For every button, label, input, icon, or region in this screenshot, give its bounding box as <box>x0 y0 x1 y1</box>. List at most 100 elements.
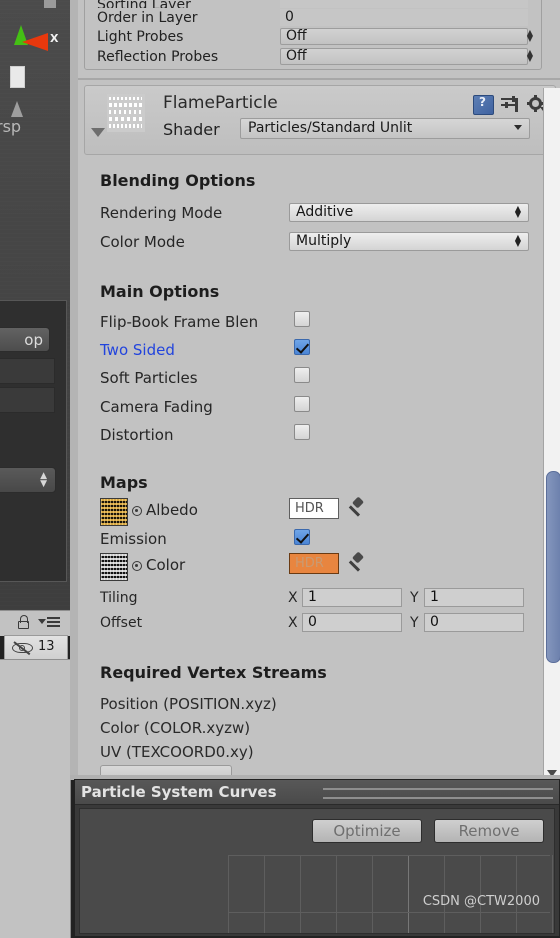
chevron-down-icon <box>514 125 522 130</box>
hidden-object-count: 13 <box>38 639 55 654</box>
curves-tabbar: Particle System Curves <box>75 780 559 805</box>
gizmo-x-cone <box>22 33 48 51</box>
property-row[interactable]: Light Probes Off ▲ ▼ <box>85 27 541 47</box>
rendering-mode-label: Rendering Mode <box>100 204 223 222</box>
albedo-texture-thumbnail[interactable] <box>100 498 128 526</box>
color-mode-dropdown[interactable]: Multiply ▲ ▼ <box>289 232 529 251</box>
property-row[interactable]: Reflection Probes Off ▲ ▼ <box>85 47 541 69</box>
menu-line-2 <box>47 621 60 623</box>
property-row[interactable]: Order in Layer 0 <box>85 8 541 27</box>
tab-particle-system-curves[interactable]: Particle System Curves <box>81 782 277 802</box>
curves-body[interactable]: Optimize Remove CSDN @CTW2000 <box>79 808 555 934</box>
albedo-color-swatch[interactable]: HDR <box>289 498 339 519</box>
help-book-icon[interactable] <box>473 95 494 115</box>
shader-dropdown-value: Particles/Standard Unlit <box>248 120 413 136</box>
offset-x-label: X <box>288 615 298 631</box>
watermark: CSDN @CTW2000 <box>422 894 540 909</box>
flip-book-frame-blending-label: Flip-Book Frame Blen <box>100 313 259 331</box>
section-separator <box>78 78 560 80</box>
tiling-y-field[interactable]: 1 <box>424 588 524 607</box>
eye-slash-icon <box>12 640 34 656</box>
foldout-arrow-icon[interactable] <box>91 128 105 137</box>
shader-dropdown[interactable]: Particles/Standard Unlit <box>240 118 530 139</box>
gizmo-axis-x[interactable]: X <box>10 25 58 117</box>
tiling-label: Tiling <box>100 590 138 606</box>
scene-visibility-tab[interactable]: 13 <box>4 635 68 660</box>
gizmo-x-label: X <box>50 32 59 45</box>
rendering-mode-dropdown[interactable]: Additive ▲ ▼ <box>289 203 529 222</box>
scene-field-2[interactable] <box>0 387 55 413</box>
row-dropdown[interactable]: Off <box>280 28 528 45</box>
offset-y-field[interactable]: 0 <box>424 613 524 632</box>
emission-label: Emission <box>100 530 167 548</box>
stepper-arrows-icon: ▲ ▼ <box>526 48 533 63</box>
offset-y-label: Y <box>410 615 419 631</box>
property-row[interactable]: Sorting Layer <box>85 0 541 8</box>
chevron-down-icon <box>38 619 46 624</box>
material-name: FlameParticle <box>163 93 278 113</box>
emission-color-texture-thumbnail[interactable] <box>100 553 128 581</box>
flip-book-frame-blending-checkbox[interactable] <box>294 311 310 327</box>
tabbar-rule <box>323 788 553 799</box>
stepper-arrows-icon: ▲ ▼ <box>526 28 533 43</box>
two-sided-checkbox[interactable] <box>294 339 310 355</box>
row-label: Order in Layer <box>97 10 198 26</box>
scene-view[interactable]: X rsp op ▲▼ <box>0 0 70 610</box>
vertex-stream-line: UV (TEXCOORD0.xy) <box>100 743 254 761</box>
camera-fading-label: Camera Fading <box>100 398 213 416</box>
scene-field-1[interactable] <box>0 358 55 384</box>
material-properties-body: Blending Options Rendering Mode Additive… <box>84 153 554 787</box>
emission-checkbox[interactable] <box>294 529 310 545</box>
row-value[interactable]: 0 <box>280 9 528 26</box>
soft-particles-label: Soft Particles <box>100 369 198 387</box>
preset-slider-icon[interactable] <box>501 96 518 112</box>
row-dropdown[interactable]: Off <box>280 48 528 65</box>
tiling-x-field[interactable]: 1 <box>302 588 402 607</box>
gear-icon[interactable] <box>527 95 546 112</box>
lock-icon[interactable] <box>18 615 29 629</box>
remove-button[interactable]: Remove <box>434 819 544 843</box>
material-header-icons <box>473 94 546 116</box>
left-bottom-pane <box>0 659 71 938</box>
optimize-button[interactable]: Optimize <box>312 819 422 843</box>
scene-projection-label: rsp <box>0 117 22 136</box>
albedo-hdr-label: HDR <box>295 501 324 516</box>
camera-fading-checkbox[interactable] <box>294 396 310 412</box>
emission-eyedropper-icon[interactable] <box>347 551 369 574</box>
offset-label: Offset <box>100 615 143 631</box>
row-label: Reflection Probes <box>97 49 219 65</box>
albedo-eyedropper-icon[interactable] <box>347 496 369 519</box>
albedo-label: Albedo <box>146 501 198 519</box>
tiling-x-label: X <box>288 590 298 606</box>
left-toolbar <box>0 610 70 636</box>
scene-popup-button[interactable]: op <box>0 327 50 352</box>
unity-editor-screenshot: X rsp op ▲▼ 13 <box>0 0 560 938</box>
stepper-arrows-icon: ▲ ▼ <box>40 471 47 489</box>
offset-x-field[interactable]: 0 <box>302 613 402 632</box>
row-value[interactable] <box>280 0 528 8</box>
gizmo-axis-z-arrow <box>11 101 23 117</box>
stepper-arrows-icon: ▲ ▼ <box>514 204 521 219</box>
gizmo-center-cube <box>10 66 25 88</box>
renderer-properties-box: Sorting Layer Order in Layer 0 Light Pro… <box>84 0 542 70</box>
vertex-stream-line: Position (POSITION.xyz) <box>100 695 277 713</box>
color-mode-label: Color Mode <box>100 233 185 251</box>
material-header[interactable]: FlameParticle Shader Particles/Standard … <box>84 85 556 155</box>
distortion-label: Distortion <box>100 426 174 444</box>
distortion-checkbox[interactable] <box>294 424 310 440</box>
emission-color-toggle-icon[interactable] <box>132 561 142 571</box>
lock-body <box>18 621 29 629</box>
vertex-streams-title: Required Vertex Streams <box>100 663 327 682</box>
emission-hdr-label: HDR <box>295 556 324 571</box>
soft-particles-checkbox[interactable] <box>294 367 310 383</box>
options-menu-icon[interactable] <box>38 617 60 628</box>
material-preview-thumbnail[interactable] <box>107 94 145 132</box>
emission-color-swatch[interactable]: HDR <box>289 553 339 574</box>
scrollbar-thumb[interactable] <box>546 471 560 663</box>
inspector-scrollbar[interactable] <box>543 88 560 780</box>
scene-dropdown[interactable]: ▲ ▼ <box>0 467 56 493</box>
particle-system-curves-panel: Particle System Curves Optimize Remove C… <box>74 779 560 937</box>
rendering-mode-value: Additive <box>296 204 354 220</box>
albedo-toggle-icon[interactable] <box>132 506 142 516</box>
main-options-title: Main Options <box>100 282 220 301</box>
